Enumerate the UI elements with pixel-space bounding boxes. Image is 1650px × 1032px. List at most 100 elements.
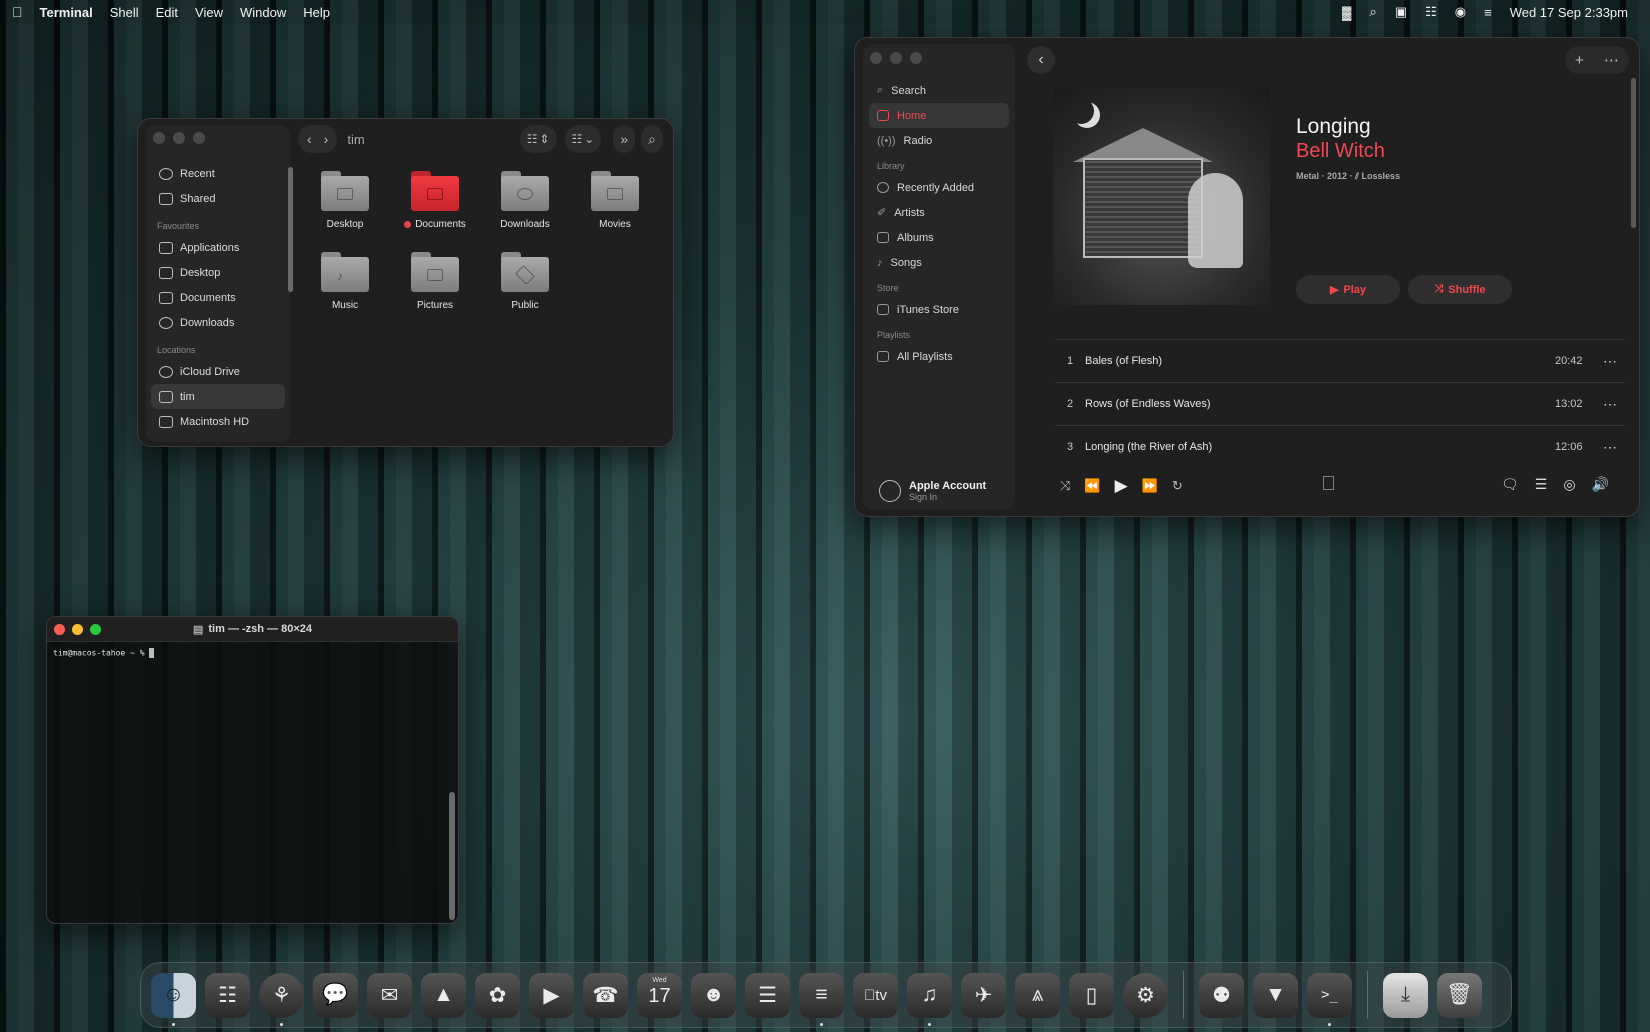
finder-app-icon[interactable]: ☺	[151, 972, 196, 1026]
sidebar-item-desktop[interactable]: Desktop	[146, 260, 290, 285]
menu-help[interactable]: Help	[303, 5, 330, 20]
launchpad-icon[interactable]: ☷	[205, 972, 250, 1018]
view-mode-button[interactable]: ☷ ⇕	[519, 125, 557, 153]
sidebar-item-home[interactable]: Home	[869, 103, 1009, 128]
phone-icon[interactable]: ☎	[583, 972, 628, 1018]
folder-downloads[interactable]: Downloads	[480, 171, 570, 230]
sidebar-scrollbar[interactable]	[288, 167, 293, 292]
queue-icon[interactable]: ☰	[1535, 476, 1548, 493]
facetime-icon[interactable]: ▶	[529, 972, 574, 1018]
folder-public[interactable]: Public	[480, 252, 570, 311]
rocket-icon[interactable]: ✈	[961, 972, 1006, 1018]
sidebar-item-search[interactable]: ⌕ Search	[863, 78, 1015, 103]
sidebar-item-itunes-store[interactable]: iTunes Store	[863, 297, 1015, 322]
folder-documents[interactable]: Documents	[390, 171, 480, 230]
sidebar-item-radio[interactable]: ((•)) Radio	[863, 128, 1015, 153]
add-icon[interactable]: +	[1575, 52, 1584, 69]
shuffle-button[interactable]: ⤨ Shuffle	[1408, 275, 1512, 304]
album-artist[interactable]: Bell Witch	[1296, 140, 1385, 163]
notes-icon[interactable]: ≡	[799, 972, 844, 1026]
track-row[interactable]: 2 Rows (of Endless Waves) 13:02 ⋯	[1055, 382, 1625, 425]
menu-app-name[interactable]: Terminal	[40, 5, 93, 20]
control-center-icon[interactable]: ≡	[1484, 5, 1492, 20]
terminal-app-icon[interactable]: >_	[1307, 972, 1352, 1026]
messages-icon[interactable]: 💬	[313, 972, 358, 1018]
folder-desktop[interactable]: Desktop	[300, 171, 390, 230]
reminders-icon[interactable]: ☰	[745, 972, 790, 1018]
sidebar-item-recent[interactable]: Recent	[146, 161, 290, 186]
zoom-button[interactable]	[910, 52, 922, 64]
zoom-button[interactable]	[193, 132, 205, 144]
repeat-icon[interactable]: ↻	[1172, 478, 1183, 494]
rewind-icon[interactable]: ⏪	[1084, 478, 1100, 494]
minimize-button[interactable]	[890, 52, 902, 64]
folder-music[interactable]: ♪ Music	[300, 252, 390, 311]
safari-icon[interactable]: ⚘	[259, 972, 304, 1026]
content-scrollbar[interactable]	[1631, 78, 1636, 228]
folder-movies[interactable]: Movies	[570, 171, 660, 230]
play-icon[interactable]: ▶	[1115, 476, 1128, 496]
more-icon[interactable]: ⋯	[1595, 396, 1625, 413]
back-button[interactable]: ‹	[1027, 46, 1055, 74]
more-icon[interactable]: ⋯	[1595, 353, 1625, 370]
minimize-button[interactable]	[72, 624, 83, 635]
sidebar-item-all-playlists[interactable]: All Playlists	[863, 344, 1015, 369]
sidebar-item-downloads[interactable]: Downloads	[146, 310, 290, 335]
menu-clock[interactable]: Wed 17 Sep 2:33pm	[1510, 5, 1628, 20]
sidebar-item-albums[interactable]: Albums	[863, 225, 1015, 250]
forward-icon[interactable]: ›	[324, 131, 329, 147]
lyrics-icon[interactable]: 🗨	[1501, 476, 1519, 493]
shuffle-icon[interactable]: ⤨	[1060, 478, 1070, 494]
minimize-button[interactable]	[173, 132, 185, 144]
menu-shell[interactable]: Shell	[110, 5, 139, 20]
mail-icon[interactable]: ✉	[367, 972, 412, 1018]
folder-pictures[interactable]: Pictures	[390, 252, 480, 311]
fast-forward-icon[interactable]: ⏩	[1142, 478, 1158, 494]
robot-app-icon[interactable]: ⚉	[1199, 972, 1244, 1018]
sidebar-item-shared[interactable]: Shared	[146, 186, 290, 211]
menu-window[interactable]: Window	[240, 5, 286, 20]
close-button[interactable]	[153, 132, 165, 144]
group-button[interactable]: ☷ ⌄	[564, 125, 602, 153]
more-icon[interactable]: ⋯	[1595, 439, 1625, 456]
maps-icon[interactable]: ▲	[421, 972, 466, 1018]
airplay-icon[interactable]: ◎	[1563, 476, 1575, 493]
sidebar-item-recently-added[interactable]: Recently Added	[863, 175, 1015, 200]
display-icon[interactable]: ▣	[1395, 4, 1407, 20]
apple-tv-icon[interactable]: tv	[853, 972, 898, 1018]
volume-icon[interactable]: 🔊	[1592, 476, 1609, 493]
sidebar-item-applications[interactable]: Applications	[146, 235, 290, 260]
iphone-mirroring-icon[interactable]: ▯	[1069, 972, 1114, 1018]
search-button[interactable]: ⌕	[641, 125, 663, 153]
close-button[interactable]	[870, 52, 882, 64]
more-icon[interactable]: ⋯	[1604, 51, 1619, 69]
sidebar-item-documents[interactable]: Documents	[146, 285, 290, 310]
zoom-button[interactable]	[90, 624, 101, 635]
spotlight-search-icon[interactable]: ⌕	[1370, 4, 1377, 20]
audio-icon[interactable]: ▓	[1342, 5, 1351, 20]
contacts-icon[interactable]: ☻	[691, 972, 736, 1018]
play-button[interactable]: ▶ Play	[1296, 275, 1400, 304]
fox-app-icon[interactable]: ▼	[1253, 972, 1298, 1018]
system-settings-icon[interactable]: ⚙	[1123, 972, 1168, 1018]
sidebar-item-icloud[interactable]: iCloud Drive	[146, 359, 290, 384]
window-grid-icon[interactable]: ☷	[1425, 4, 1437, 20]
sidebar-item-artists[interactable]: ✐ Artists	[863, 200, 1015, 225]
sidebar-item-home[interactable]: tim	[151, 384, 285, 409]
track-row[interactable]: 1 Bales (of Flesh) 20:42 ⋯	[1055, 339, 1625, 382]
close-button[interactable]	[54, 624, 65, 635]
more-toolbar-button[interactable]: »	[613, 125, 636, 153]
photos-icon[interactable]: ✿	[475, 972, 520, 1018]
terminal-scrollbar[interactable]	[449, 792, 455, 920]
trash-icon[interactable]: 🗑	[1437, 972, 1482, 1018]
apple-menu-icon[interactable]: 	[12, 4, 23, 20]
focus-icon[interactable]: ◉	[1455, 4, 1466, 20]
sidebar-item-macintosh-hd[interactable]: Macintosh HD	[146, 409, 290, 434]
menu-view[interactable]: View	[195, 5, 223, 20]
app-store-icon[interactable]: ⩓	[1015, 972, 1060, 1018]
downloads-stack-icon[interactable]: ⤓	[1383, 972, 1428, 1018]
menu-edit[interactable]: Edit	[156, 5, 178, 20]
calendar-icon[interactable]: Wed 17	[637, 972, 682, 1018]
back-icon[interactable]: ‹	[307, 131, 312, 147]
sidebar-item-songs[interactable]: ♪ Songs	[863, 250, 1015, 275]
